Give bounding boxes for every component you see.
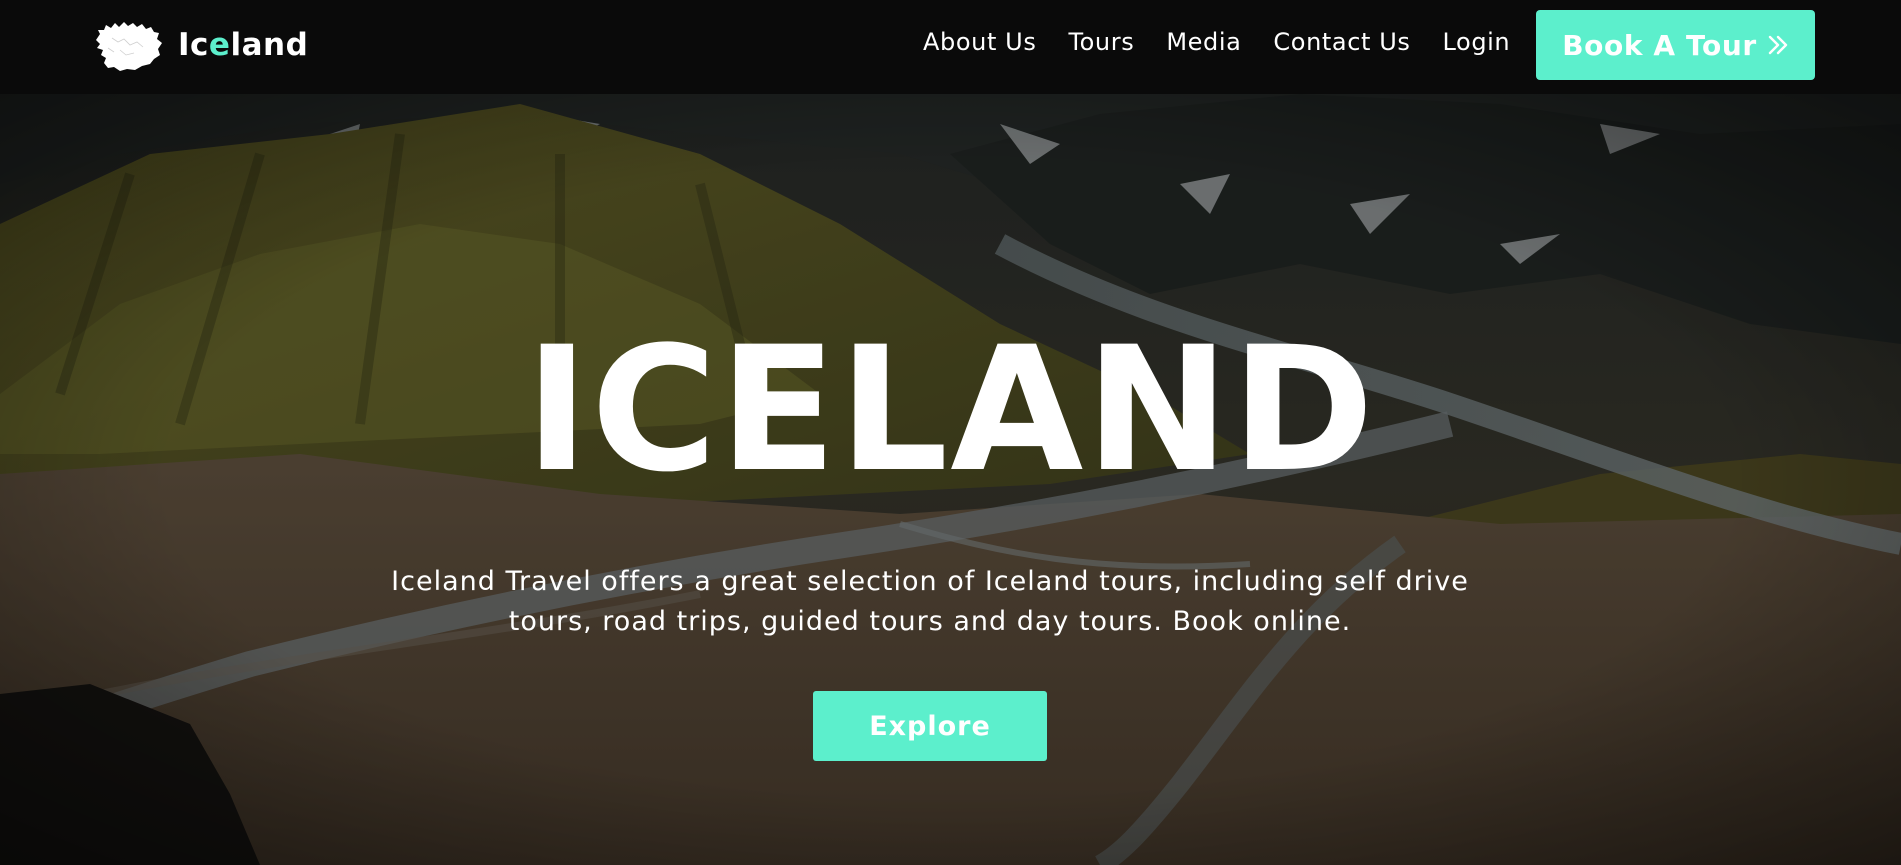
book-a-tour-label: Book A Tour [1562, 28, 1757, 62]
main-nav: About Us Tours Media Contact Us Login [923, 28, 1510, 56]
brand-name: Iceland [178, 27, 309, 63]
hero-title: ICELAND [524, 309, 1377, 510]
nav-about-us[interactable]: About Us [923, 28, 1036, 56]
nav-tours[interactable]: Tours [1068, 28, 1134, 56]
book-a-tour-button[interactable]: Book A Tour [1536, 10, 1815, 80]
nav-contact-us[interactable]: Contact Us [1273, 28, 1410, 56]
navbar: Iceland About Us Tours Media Contact Us … [0, 0, 1901, 94]
nav-login[interactable]: Login [1443, 28, 1511, 56]
iceland-map-icon [96, 22, 162, 71]
hero-description: Iceland Travel offers a great selection … [391, 566, 1469, 637]
double-chevron-right-icon [1768, 35, 1787, 55]
nav-media[interactable]: Media [1166, 28, 1241, 56]
brand-logo-link[interactable]: Iceland [90, 18, 308, 72]
explore-button[interactable]: Explore [813, 691, 1047, 761]
hero-section: ICELAND Iceland Travel offers a great se… [0, 94, 1901, 865]
